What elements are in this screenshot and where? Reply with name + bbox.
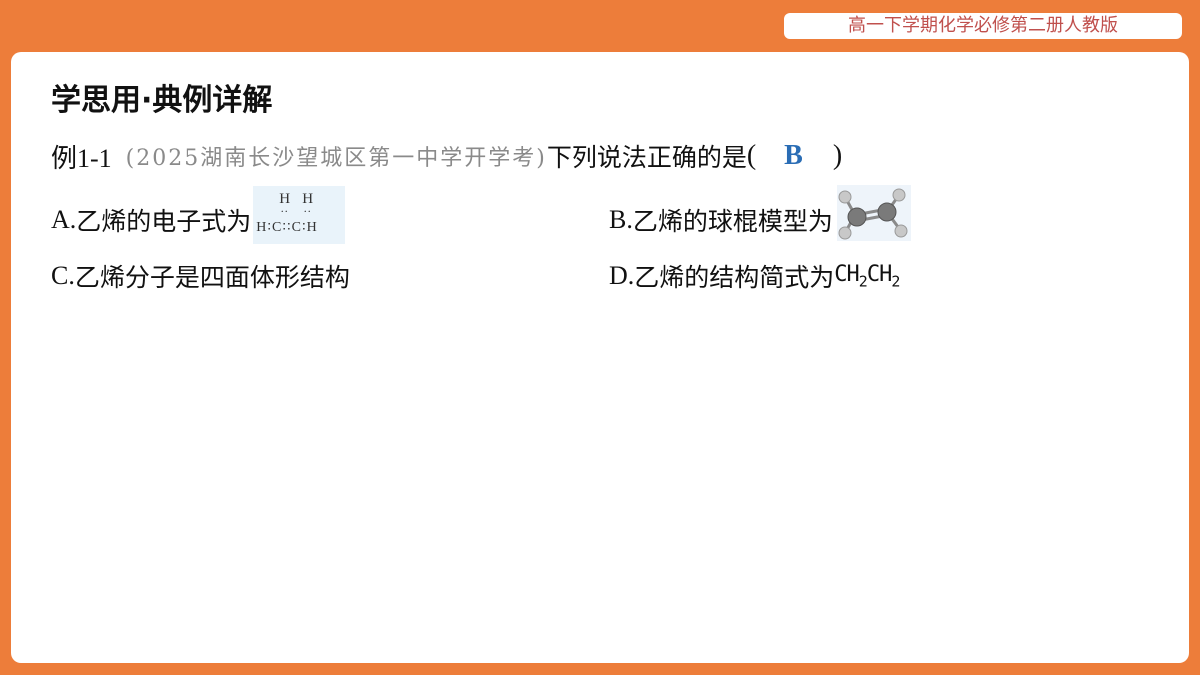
formula-part-1: CH bbox=[834, 261, 859, 287]
option-a-letter: A. bbox=[51, 205, 77, 234]
question-number: 例1-1 bbox=[51, 143, 112, 173]
option-c-letter: C. bbox=[51, 261, 75, 290]
answer-text: B bbox=[784, 140, 803, 171]
option-a: A. 乙烯的电子式为 H H ·· ·· H∶C∶∶C∶H bbox=[51, 186, 346, 244]
question-source: (2025湖南长沙望城区第一中学开学考) bbox=[125, 146, 547, 171]
option-d-letter: D. bbox=[609, 261, 635, 290]
formula-sub-1: 2 bbox=[858, 272, 868, 291]
option-b-letter: B. bbox=[609, 205, 633, 234]
answer-open-paren: ( bbox=[746, 140, 757, 171]
option-c: C. 乙烯分子是四面体形结构 bbox=[51, 254, 350, 298]
lewis-row: H∶C∶∶C∶H bbox=[256, 220, 318, 235]
lewis-structure-image: H H ·· ·· H∶C∶∶C∶H bbox=[253, 186, 346, 244]
question-line: 例1-1 (2025湖南长沙望城区第一中学开学考) 下列说法正确的是 ( B ) bbox=[51, 136, 842, 176]
option-a-text: 乙烯的电子式为 bbox=[76, 207, 252, 236]
course-badge: 高一下学期化学必修第二册人教版 bbox=[784, 13, 1182, 39]
question-stem: 下列说法正确的是 bbox=[546, 143, 747, 172]
formula-part-2: CH bbox=[866, 261, 892, 287]
section-title: 学思用·典例详解 bbox=[51, 83, 273, 118]
ball-and-stick-model-icon bbox=[836, 185, 911, 241]
option-c-text: 乙烯分子是四面体形结构 bbox=[74, 263, 350, 292]
lewis-dots-2: ·· bbox=[303, 204, 312, 218]
lewis-dots-1: ·· bbox=[280, 204, 289, 218]
option-b-text: 乙烯的球棍模型为 bbox=[632, 207, 833, 236]
content-card: 学思用·典例详解 例1-1 (2025湖南长沙望城区第一中学开学考) 下列说法正… bbox=[11, 52, 1189, 663]
option-d: D. 乙烯的结构简式为 CH2CH2 bbox=[609, 254, 900, 298]
option-d-formula: CH2CH2 bbox=[834, 261, 900, 291]
answer-close-paren: ) bbox=[832, 140, 843, 171]
option-b: B. 乙烯的球棍模型为 bbox=[609, 185, 911, 242]
option-d-text: 乙烯的结构简式为 bbox=[634, 263, 835, 292]
formula-sub-2: 2 bbox=[891, 272, 900, 291]
